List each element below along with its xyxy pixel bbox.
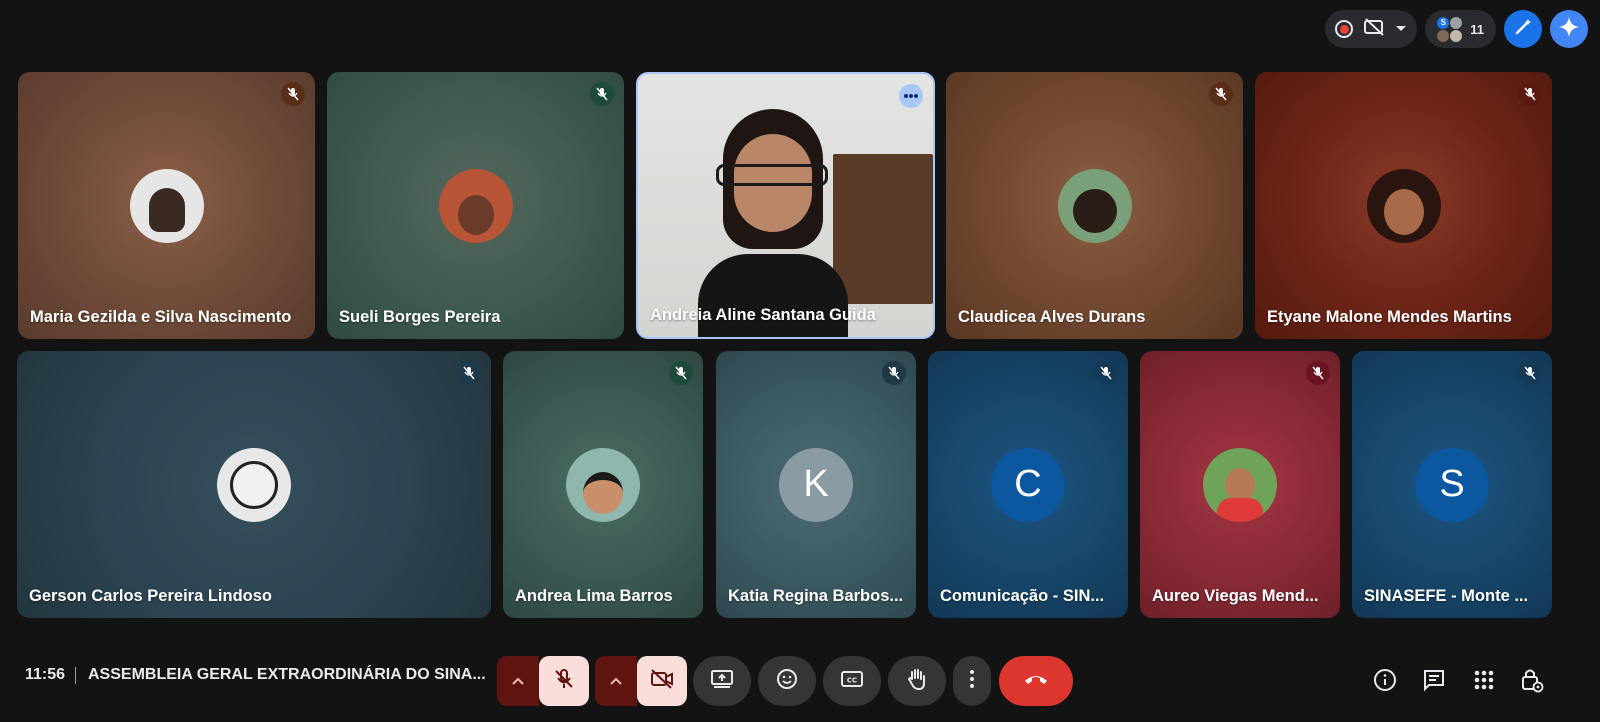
mic-off-icon [1209, 82, 1233, 106]
raise-hand-button[interactable] [888, 656, 946, 706]
mic-off-icon [590, 82, 614, 106]
camera-toggle-button[interactable] [637, 656, 687, 706]
avatar [566, 447, 640, 522]
more-options-button[interactable] [953, 656, 991, 706]
raise-hand-icon [906, 667, 928, 696]
present-screen-icon [710, 669, 734, 694]
participant-name: SINASEFE - Monte ... [1364, 587, 1529, 605]
mic-off-icon [1518, 82, 1542, 106]
participants-button[interactable]: S 11 [1425, 10, 1496, 48]
active-speaker-tile[interactable]: Andreia Aline Santana Guida [636, 72, 935, 339]
recording-dot-icon [1335, 20, 1354, 38]
mic-options-button[interactable] [497, 656, 539, 706]
avatar: K [779, 447, 853, 522]
participant-name: Katia Regina Barbos... [728, 587, 904, 605]
svg-text:CC: CC [847, 676, 857, 684]
background-door [833, 154, 933, 304]
captions-icon: CC [841, 670, 863, 693]
more-options-icon [969, 669, 975, 694]
avatar [1057, 168, 1132, 243]
participant-tile[interactable]: K Katia Regina Barbos... [716, 351, 916, 618]
chat-icon[interactable] [1421, 667, 1447, 693]
divider [75, 667, 76, 684]
emoji-icon [776, 668, 798, 695]
chevron-up-icon [610, 672, 622, 690]
avatar [1366, 168, 1441, 243]
avatar-letter: S [1439, 463, 1465, 505]
participant-tile[interactable]: S SINASEFE - Monte ... [1352, 351, 1552, 618]
participant-tile[interactable]: Andrea Lima Barros [503, 351, 703, 618]
mini-avatar-photo [1450, 16, 1463, 29]
bottom-control-bar: 11:56 ASSEMBLEIA GERAL EXTRAORDINÁRIA DO… [0, 636, 1600, 722]
participant-tile[interactable]: Maria Gezilda e Silva Nascimento [18, 72, 315, 339]
participant-name: Claudicea Alves Durans [958, 308, 1146, 326]
participant-tile[interactable]: Gerson Carlos Pereira Lindoso [17, 351, 491, 618]
participant-tile[interactable]: Etyane Malone Mendes Martins [1255, 72, 1552, 339]
captions-button[interactable]: CC [823, 656, 881, 706]
magic-pen-icon [1513, 17, 1533, 42]
mic-off-icon [553, 668, 575, 695]
avatar [438, 168, 513, 243]
reactions-button[interactable] [758, 656, 816, 706]
avatar: C [991, 447, 1065, 522]
participant-tile[interactable]: Aureo Viegas Mend... [1140, 351, 1340, 618]
mini-avatar-photo [1450, 29, 1463, 42]
avatar [1203, 447, 1277, 522]
participant-name: Andrea Lima Barros [515, 587, 673, 605]
info-icon[interactable] [1372, 667, 1398, 693]
recording-status-pill[interactable] [1325, 10, 1418, 48]
chevron-down-icon[interactable] [1395, 20, 1407, 38]
avatar [217, 447, 291, 522]
present-screen-button[interactable] [693, 656, 751, 706]
leave-call-button[interactable] [999, 656, 1073, 706]
top-bar: S 11 [1325, 10, 1588, 48]
participant-tile[interactable]: C Comunicação - SIN... [928, 351, 1128, 618]
end-call-icon [1023, 672, 1049, 690]
mic-control-group [497, 656, 589, 706]
participant-tile[interactable]: Claudicea Alves Durans [946, 72, 1243, 339]
avatar: S [1415, 447, 1489, 522]
mic-off-icon [1094, 361, 1118, 385]
avatar-letter: C [1014, 463, 1042, 505]
more-options-icon[interactable] [899, 84, 923, 108]
mic-off-icon [669, 361, 693, 385]
captions-off-icon [1363, 17, 1385, 41]
participant-avatars: S [1437, 16, 1463, 42]
mic-off-icon [1518, 361, 1542, 385]
mini-avatar: S [1437, 16, 1450, 29]
mic-off-icon [457, 361, 481, 385]
mic-off-icon [882, 361, 906, 385]
meeting-clock: 11:56 [25, 666, 66, 683]
participant-name: Aureo Viegas Mend... [1152, 587, 1319, 605]
activities-icon[interactable] [1471, 667, 1497, 693]
mini-avatar-photo [1437, 29, 1450, 42]
effects-button[interactable] [1504, 10, 1542, 48]
gemini-button[interactable] [1550, 10, 1588, 48]
avatar-letter: K [803, 463, 829, 505]
chevron-up-icon [512, 672, 524, 690]
mic-off-icon [281, 82, 305, 106]
host-controls-icon[interactable] [1519, 667, 1545, 693]
camera-options-button[interactable] [595, 656, 637, 706]
participant-count: 11 [1470, 21, 1484, 37]
avatar [129, 168, 204, 243]
mic-off-icon [1306, 361, 1330, 385]
participant-tile[interactable]: Sueli Borges Pereira [327, 72, 624, 339]
gemini-sparkle-icon [1558, 16, 1580, 43]
mic-toggle-button[interactable] [539, 656, 589, 706]
participant-name: Andreia Aline Santana Guida [650, 306, 876, 324]
participant-name: Sueli Borges Pereira [339, 308, 501, 326]
camera-off-icon [650, 668, 674, 694]
participant-name: Comunicação - SIN... [940, 587, 1105, 605]
participant-name: Etyane Malone Mendes Martins [1267, 308, 1512, 326]
meeting-title: ASSEMBLEIA GERAL EXTRAORDINÁRIA DO SINA.… [88, 666, 486, 683]
camera-control-group [595, 656, 687, 706]
participant-name: Gerson Carlos Pereira Lindoso [29, 587, 272, 605]
participant-name: Maria Gezilda e Silva Nascimento [30, 308, 292, 326]
